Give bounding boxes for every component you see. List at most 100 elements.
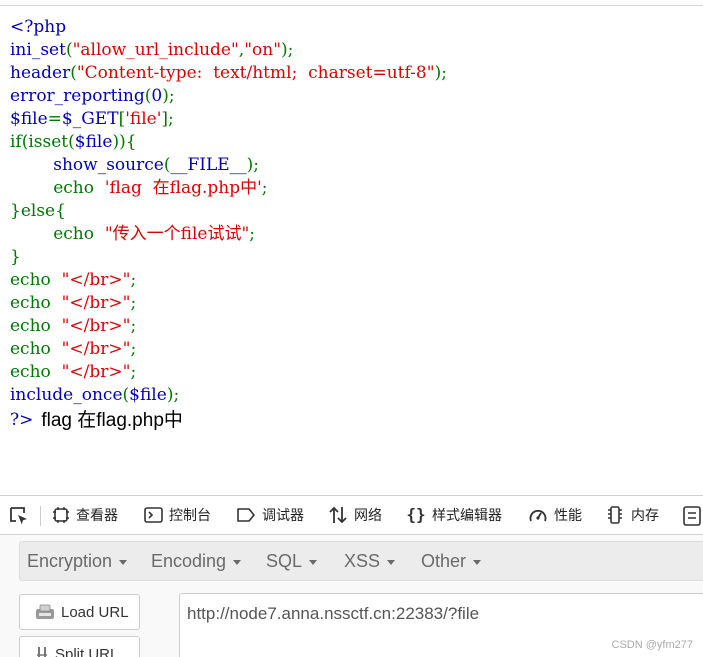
tab-memory-label: 内存 [631,508,659,524]
code-token: error_reporting [10,86,145,106]
code-line: include_once($file); [10,384,447,407]
code-line: echo 'flag 在flag.php中'; [10,177,447,200]
tab-network-label: 网络 [354,508,382,524]
page-output-line: ?> flag 在flag.php中 [10,407,447,433]
code-token: "传入一个file试试" [104,224,250,244]
code-line: echo "</br>"; [10,269,447,292]
element-picker-icon[interactable] [8,505,30,527]
code-token: echo [10,224,105,244]
hackbar-menu-bar: Encryption Encoding SQL XSS Other [19,541,703,581]
code-token: 'file' [125,109,162,129]
split-url-label: Split URL [55,645,119,657]
storage-icon[interactable] [682,505,702,527]
code-line: ini_set("allow_url_include","on"); [10,39,447,62]
toolbar-separator [40,506,41,526]
console-icon [144,507,163,523]
tab-style-editor[interactable]: {} 样式编辑器 [406,496,502,534]
code-token: "</br>" [61,270,131,290]
code-token: include_once [10,385,123,405]
svg-text:{}: {} [406,505,425,524]
code-line: error_reporting(0); [10,85,447,108]
caret-down-icon [119,559,128,565]
code-token: ; [130,362,137,382]
menu-sql-label: SQL [266,550,303,571]
code-token: echo [10,178,105,198]
code-line: show_source(__FILE__); [10,154,447,177]
code-line: echo "</br>"; [10,338,447,361]
code-token: __FILE__ [170,155,247,175]
tab-debugger[interactable]: 调试器 [236,496,304,534]
debugger-icon [237,508,255,522]
tab-console-label: 控制台 [169,508,211,524]
devtools-toolbar: 查看器 控制台 调试器 网络 {} 样式编辑器 性能 内存 [0,495,703,535]
code-line: echo "</br>"; [10,361,447,384]
code-token: }else{ [10,201,66,221]
code-line: echo "传入一个file试试"; [10,223,447,246]
code-line: echo "</br>"; [10,315,447,338]
php-closing-tag: ?> [10,409,34,430]
code-token: 0 [151,86,163,106]
code-token: ); [162,86,175,106]
code-token: header [10,63,71,83]
load-url-button[interactable]: Load URL [19,594,140,630]
code-line: echo "</br>"; [10,292,447,315]
code-line: if(isset($file)){ [10,131,447,154]
code-token: "</br>" [61,293,131,313]
menu-encryption-label: Encryption [27,550,113,571]
code-token: ); [246,155,260,175]
php-source-view: <?php ini_set("allow_url_include","on"); h… [10,16,447,433]
code-token: )){ [112,132,137,152]
menu-sql[interactable]: SQL [266,542,318,580]
code-line: }else{ [10,200,447,223]
caret-down-icon [387,559,396,565]
menu-xss[interactable]: XSS [344,542,396,580]
code-token: "</br>" [61,339,131,359]
code-token: ); [434,63,447,83]
menu-other-label: Other [421,550,467,571]
code-token: ; [130,270,137,290]
tab-memory[interactable]: 内存 [605,496,659,534]
code-token: echo [10,339,62,359]
tab-style-editor-label: 样式编辑器 [432,508,502,524]
caret-down-icon [473,559,482,565]
code-token: = [47,109,62,129]
code-token: "Content-type: text/html; charset=utf-8" [76,63,435,83]
memory-icon [608,506,622,524]
code-line: header("Content-type: text/html; charset… [10,62,447,85]
code-token: echo [10,362,62,382]
menu-encoding[interactable]: Encoding [151,542,242,580]
inspector-icon [53,507,69,523]
code-token: if(isset( [10,132,75,152]
code-token: "allow_url_include" [72,40,239,60]
load-url-icon [36,604,54,619]
tab-performance[interactable]: 性能 [528,496,582,534]
code-token: $file [129,385,167,405]
tab-debugger-label: 调试器 [262,508,304,524]
echo-output-text: flag 在flag.php中 [41,409,183,431]
code-token: ]; [161,109,174,129]
menu-xss-label: XSS [344,550,381,571]
code-token: echo [10,293,62,313]
tab-inspector[interactable]: 查看器 [52,496,118,534]
code-token: echo [10,270,62,290]
style-editor-icon: {} [406,505,425,524]
menu-other[interactable]: Other [421,542,482,580]
tab-performance-label: 性能 [554,508,582,524]
code-token: "</br>" [61,362,131,382]
code-line: } [10,246,447,269]
top-divider [0,5,703,6]
code-token: show_source [53,155,164,175]
code-token: ); [281,40,294,60]
code-token: ini_set [10,40,66,60]
tab-network[interactable]: 网络 [328,496,382,534]
network-icon [329,506,347,524]
tab-inspector-label: 查看器 [76,508,118,524]
caret-down-icon [309,559,318,565]
tab-console[interactable]: 控制台 [144,496,211,534]
code-line: $file=$_GET['file']; [10,108,447,131]
code-token: ); [166,385,180,405]
split-url-button[interactable]: Split URL [19,636,140,657]
menu-encryption[interactable]: Encryption [27,542,128,580]
code-token: } [10,247,21,267]
